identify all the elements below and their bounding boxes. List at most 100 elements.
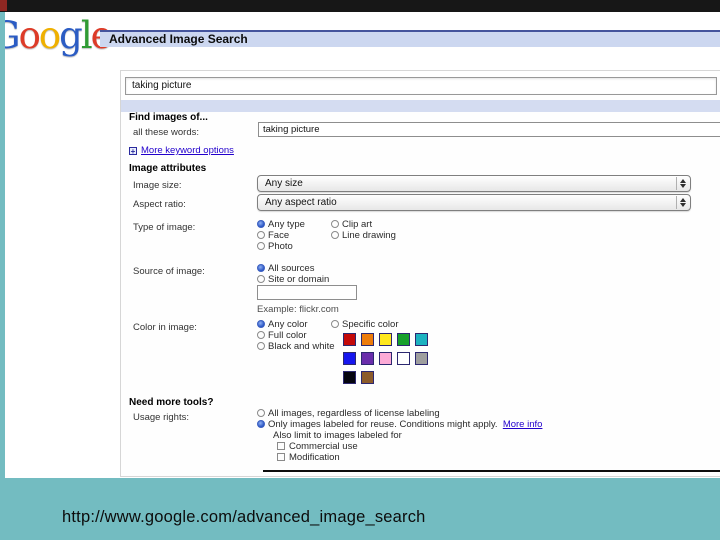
- swatch-white[interactable]: [397, 352, 410, 365]
- radio-site-or-domain[interactable]: Site or domain: [257, 274, 329, 285]
- all-these-words-input[interactable]: taking picture: [258, 122, 720, 137]
- more-keyword-options-link[interactable]: + More keyword options: [129, 145, 234, 156]
- browser-top-bar: [0, 0, 720, 12]
- swatch-brown[interactable]: [361, 371, 374, 384]
- image-size-label: Image size:: [133, 180, 182, 191]
- radio-icon[interactable]: [257, 242, 265, 250]
- more-info-link[interactable]: More info: [503, 419, 543, 430]
- checkbox-commercial-use[interactable]: Commercial use: [277, 441, 542, 452]
- swatch-pink[interactable]: [379, 352, 392, 365]
- more-keyword-options-label[interactable]: More keyword options: [141, 145, 234, 156]
- radio-label: Full color: [268, 330, 307, 341]
- radio-label: Photo: [268, 241, 293, 252]
- radio-icon[interactable]: [331, 231, 339, 239]
- image-attributes-heading: Image attributes: [129, 163, 207, 174]
- checkbox-icon[interactable]: [277, 442, 285, 450]
- radio-icon[interactable]: [257, 409, 265, 417]
- logo-letter: o: [18, 14, 41, 57]
- window-close-chip[interactable]: [0, 0, 7, 11]
- stepper-up-icon: [680, 179, 686, 183]
- logo-letter: o: [38, 14, 61, 57]
- radio-label: Black and white: [268, 341, 335, 352]
- radio-icon[interactable]: [257, 420, 265, 428]
- checkbox-modification[interactable]: Modification: [277, 452, 542, 463]
- radio-label: Only images labeled for reuse. Condition…: [268, 419, 498, 430]
- stepper-down-icon: [680, 184, 686, 188]
- swatch-yellow[interactable]: [379, 333, 392, 346]
- radio-all-sources[interactable]: All sources: [257, 263, 329, 274]
- radio-icon[interactable]: [257, 342, 265, 350]
- radio-any-type[interactable]: Any type: [257, 219, 305, 230]
- swatch-gray[interactable]: [415, 352, 428, 365]
- swatch-orange[interactable]: [361, 333, 374, 346]
- radio-labeled-for-reuse[interactable]: Only images labeled for reuse. Condition…: [257, 419, 542, 430]
- radio-icon[interactable]: [331, 220, 339, 228]
- slide: { "slide": { "background_color": "#73bcc…: [0, 0, 720, 540]
- site-domain-input[interactable]: [257, 285, 357, 300]
- logo-letter: G: [5, 14, 21, 57]
- aspect-ratio-select[interactable]: Any aspect ratio: [257, 194, 691, 211]
- color-in-image-label: Color in image:: [133, 322, 197, 333]
- section-divider-band: [121, 100, 720, 112]
- radio-icon[interactable]: [257, 320, 265, 328]
- radio-clip-art[interactable]: Clip art: [331, 219, 396, 230]
- swatch-blue[interactable]: [343, 352, 356, 365]
- swatch-green[interactable]: [397, 333, 410, 346]
- slide-caption-url: http://www.google.com/advanced_image_sea…: [62, 508, 426, 526]
- stepper-down-icon: [680, 203, 686, 207]
- logo-letter: l: [80, 14, 93, 57]
- radio-icon[interactable]: [257, 275, 265, 283]
- radio-icon[interactable]: [331, 320, 339, 328]
- radio-black-and-white[interactable]: Black and white: [257, 341, 335, 352]
- radio-label: Site or domain: [268, 274, 330, 285]
- radio-label: Clip art: [342, 219, 373, 230]
- radio-photo[interactable]: Photo: [257, 241, 305, 252]
- swatch-teal[interactable]: [415, 333, 428, 346]
- select-stepper[interactable]: [676, 196, 689, 209]
- radio-any-color[interactable]: Any color: [257, 319, 335, 330]
- usage-rights-label: Usage rights:: [133, 412, 189, 423]
- aspect-ratio-value: Any aspect ratio: [265, 197, 337, 208]
- all-these-words-label: all these words:: [133, 127, 200, 138]
- radio-label: Any type: [268, 219, 305, 230]
- checkbox-icon[interactable]: [277, 453, 285, 461]
- radio-line-drawing[interactable]: Line drawing: [331, 230, 396, 241]
- type-of-image-label: Type of image:: [133, 222, 196, 233]
- radio-label: All images, regardless of license labeli…: [268, 408, 440, 419]
- radio-label: Specific color: [342, 319, 399, 330]
- radio-full-color[interactable]: Full color: [257, 330, 335, 341]
- swatch-red[interactable]: [343, 333, 356, 346]
- radio-specific-color[interactable]: Specific color: [331, 319, 399, 330]
- combined-query-input[interactable]: taking picture: [125, 77, 717, 95]
- radio-label: All sources: [268, 263, 315, 274]
- image-size-select[interactable]: Any size: [257, 175, 691, 192]
- swatch-purple[interactable]: [361, 352, 374, 365]
- select-stepper[interactable]: [676, 177, 689, 190]
- advanced-search-form: taking picture Find images of... all the…: [120, 70, 720, 477]
- google-logo[interactable]: Google: [5, 14, 113, 58]
- source-of-image-label: Source of image:: [133, 266, 205, 277]
- page-title: Advanced Image Search: [100, 30, 720, 47]
- swatch-black[interactable]: [343, 371, 356, 384]
- find-images-heading: Find images of...: [129, 112, 208, 123]
- radio-label: Any color: [268, 319, 308, 330]
- google-advanced-search-page: Google Advanced Image Search taking pict…: [5, 12, 720, 478]
- need-more-tools-heading: Need more tools?: [129, 397, 214, 408]
- checkbox-label: Commercial use: [289, 441, 358, 452]
- stepper-up-icon: [680, 198, 686, 202]
- checkbox-label: Modification: [289, 452, 340, 463]
- radio-icon[interactable]: [257, 231, 265, 239]
- radio-icon[interactable]: [257, 331, 265, 339]
- form-bottom-rule: [263, 470, 720, 472]
- aspect-ratio-label: Aspect ratio:: [133, 199, 186, 210]
- radio-face[interactable]: Face: [257, 230, 305, 241]
- also-limit-text: Also limit to images labeled for: [273, 430, 402, 441]
- radio-icon[interactable]: [257, 220, 265, 228]
- radio-label: Line drawing: [342, 230, 396, 241]
- domain-example-text: Example: flickr.com: [257, 304, 339, 315]
- image-size-value: Any size: [265, 178, 303, 189]
- radio-icon[interactable]: [257, 264, 265, 272]
- radio-all-images-license[interactable]: All images, regardless of license labeli…: [257, 408, 542, 419]
- expand-plus-icon[interactable]: +: [129, 147, 137, 156]
- radio-label: Face: [268, 230, 290, 241]
